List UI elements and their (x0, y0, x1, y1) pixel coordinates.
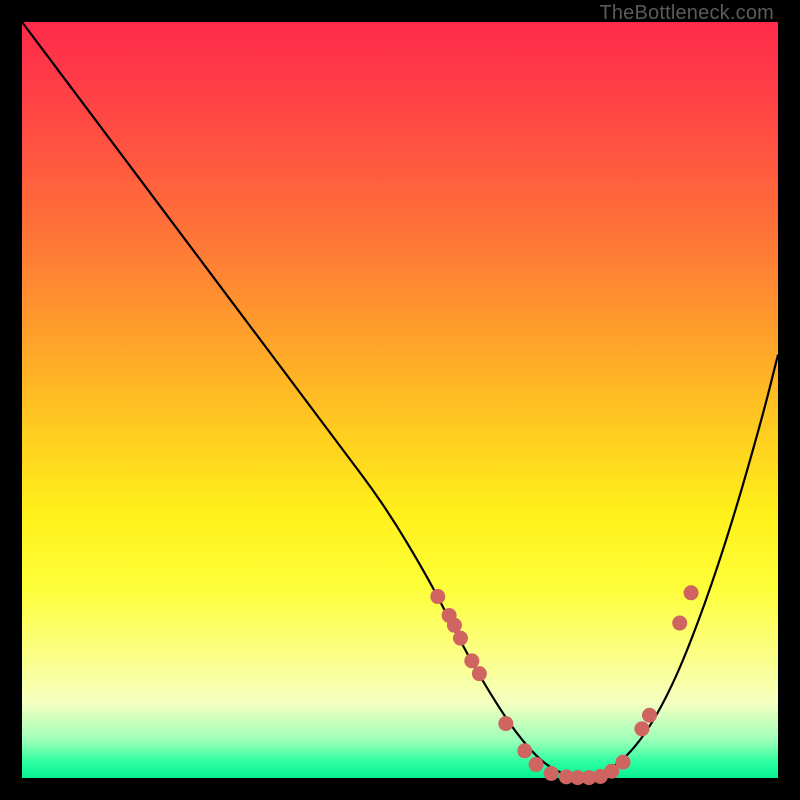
highlight-points-group (430, 585, 698, 785)
highlight-point (642, 708, 657, 723)
chart-svg (22, 22, 778, 778)
highlight-point (684, 585, 699, 600)
highlight-point (430, 589, 445, 604)
highlight-point (453, 631, 468, 646)
highlight-point (517, 743, 532, 758)
highlight-point (529, 757, 544, 772)
highlight-point (672, 616, 687, 631)
highlight-point (498, 716, 513, 731)
highlight-point (616, 755, 631, 770)
highlight-point (472, 666, 487, 681)
chart-frame: TheBottleneck.com (0, 0, 800, 800)
highlight-point (634, 721, 649, 736)
bottleneck-curve-path (22, 22, 778, 776)
highlight-point (544, 766, 559, 781)
highlight-point (464, 653, 479, 668)
highlight-point (447, 618, 462, 633)
